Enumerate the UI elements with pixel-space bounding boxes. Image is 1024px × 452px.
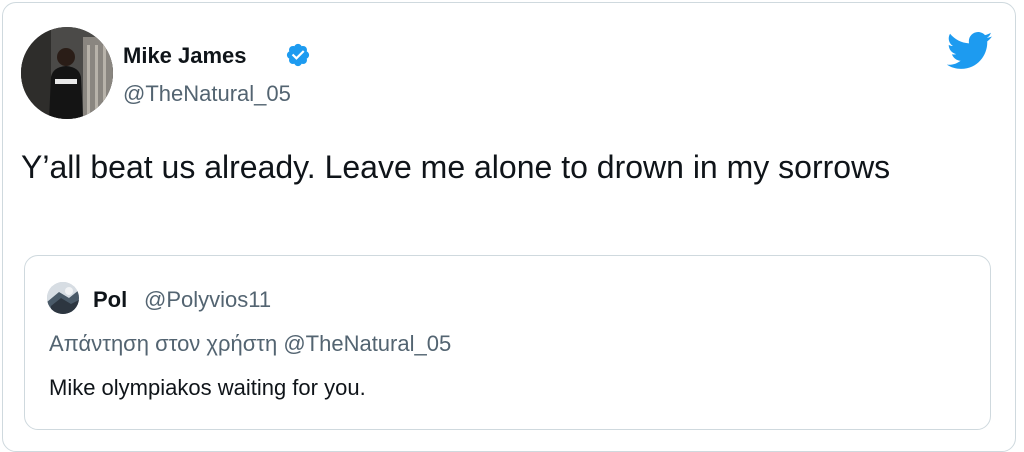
author-avatar[interactable] xyxy=(21,27,113,119)
reply-context[interactable]: Απάντηση στον χρήστη @TheNatural_05 xyxy=(49,331,451,357)
tweet-card[interactable]: Mike James @TheNatural_05 Y’all beat us … xyxy=(2,2,1016,452)
quoted-author-name[interactable]: Pol xyxy=(93,287,127,313)
verified-badge-icon xyxy=(286,43,310,67)
quoted-author-avatar[interactable] xyxy=(47,282,79,314)
author-name[interactable]: Mike James xyxy=(123,43,247,69)
author-handle[interactable]: @TheNatural_05 xyxy=(123,81,291,107)
tweet-text: Y’all beat us already. Leave me alone to… xyxy=(21,149,891,185)
twitter-bird-icon[interactable] xyxy=(947,31,993,71)
quoted-author-handle[interactable]: @Polyvios11 xyxy=(144,287,271,313)
quoted-tweet[interactable]: Pol @Polyvios11 Απάντηση στον χρήστη @Th… xyxy=(24,255,991,430)
quoted-tweet-text: Mike olympiakos waiting for you. xyxy=(49,375,366,400)
